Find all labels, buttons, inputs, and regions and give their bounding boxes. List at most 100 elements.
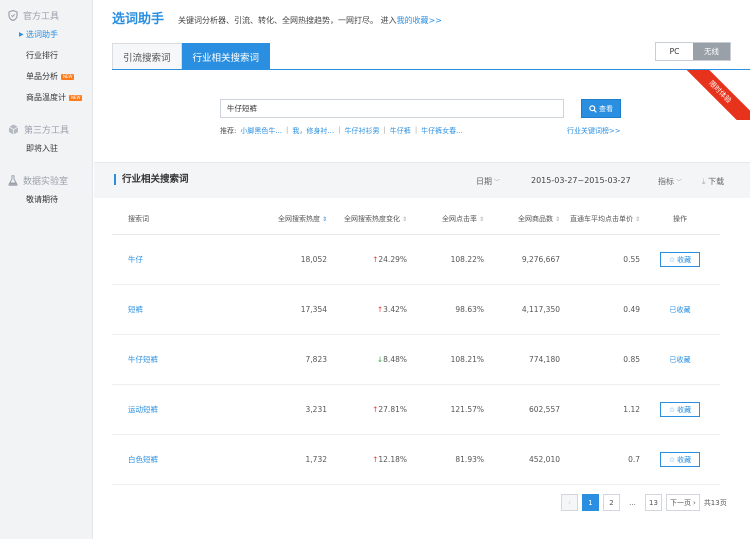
table-row: 运动短裤 3,231 ↑27.81% 121.57% 602,557 1.12 ☆ 收藏: [112, 385, 720, 435]
total-pages: 共13页: [703, 498, 727, 507]
date-range[interactable]: 2015-03-27~2015-03-27: [531, 176, 631, 185]
col-ctr-label: 全网点击率: [441, 214, 477, 223]
cell-ctr: 121.57%: [450, 405, 484, 414]
next-page-button[interactable]: 下一页 ›: [666, 494, 700, 511]
col-goods[interactable]: 全网商品数 ⇕: [484, 214, 560, 224]
search-icon: [589, 104, 597, 113]
metric-label: 指标: [658, 177, 674, 186]
cell-heat: 17,354: [300, 305, 327, 314]
device-wireless-button[interactable]: 无线: [693, 43, 730, 60]
keyword-table: 搜索词 全网搜索热度 ⇕ 全网搜索热度变化 ⇕ 全网点击率 ⇕ 全网商品数 ⇕ 直通车平…: [112, 203, 720, 485]
recommend-list: 推荐: 小脚黑色牛... | 我，修身衬... | 牛仔衬衫男 | 牛仔裤 | 牛仔裤女…: [220, 126, 463, 136]
clock-icon: [735, 73, 745, 83]
chevron-right-icon: ›: [693, 498, 696, 507]
cell-heat: 7,823: [305, 355, 327, 364]
keyword-link[interactable]: 运动短裤: [128, 405, 158, 414]
cell-heat-change-value: 27.81%: [378, 405, 407, 414]
sidebar-group-official: 官方工具 ▶ 选词助手 行业排行 单品分析 NEW 商品温度计 NEW: [0, 0, 92, 108]
cell-goods: 9,276,667: [521, 255, 560, 264]
cell-goods: 452,010: [528, 455, 560, 464]
cell-ctr: 108.22%: [450, 255, 484, 264]
keyword-link[interactable]: 牛仔短裤: [128, 355, 158, 364]
flask-icon: [8, 174, 18, 186]
col-heat-label: 全网搜索热度: [277, 214, 320, 223]
col-cpc[interactable]: 直通车平均点击单价 ⇕: [560, 214, 640, 224]
col-heat[interactable]: 全网搜索热度 ⇕: [222, 214, 327, 224]
recommend-link[interactable]: 我，修身衬...: [292, 126, 334, 136]
cell-heat-change: ↑27.81%: [327, 405, 407, 414]
favorite-button[interactable]: ☆ 收藏: [660, 402, 700, 417]
recommend-link[interactable]: 牛仔裤女春...: [421, 126, 463, 136]
sidebar-item-industry-rank[interactable]: 行业排行: [0, 45, 92, 66]
caret-right-icon: ▶: [19, 31, 24, 38]
sidebar-item-coming-soon[interactable]: 即将入驻: [0, 138, 92, 159]
col-cpc-label: 直通车平均点击单价: [569, 214, 633, 223]
device-toggle: PC 无线: [655, 42, 731, 61]
cell-heat-change: ↑12.18%: [327, 455, 407, 464]
recommend-link[interactable]: 牛仔裤: [390, 126, 411, 136]
table-row: 短裤 17,354 ↑3.42% 98.63% 4,117,350 0.49 已收藏: [112, 285, 720, 335]
keyword-link[interactable]: 白色短裤: [128, 455, 158, 464]
cell-ctr: 98.63%: [455, 305, 484, 314]
industry-keyword-rank-link[interactable]: 行业关键词榜>>: [567, 126, 621, 136]
chevron-down-icon: ﹀: [494, 179, 501, 186]
favorite-button[interactable]: ☆ 收藏: [660, 252, 700, 267]
download-button[interactable]: ⤓ 下载: [702, 176, 724, 187]
tab-industry-keywords[interactable]: 行业相关搜索词: [181, 43, 271, 69]
favorite-label: 收藏: [677, 405, 692, 414]
col-keyword: 搜索词: [128, 214, 149, 223]
cell-heat-change: ↑3.42%: [327, 305, 407, 314]
page-button[interactable]: 13: [645, 494, 662, 511]
sidebar-group-title: 第三方工具: [24, 125, 70, 136]
cell-heat-change: ↓8.48%: [327, 355, 407, 364]
favorited-link[interactable]: 已收藏: [670, 306, 691, 314]
sidebar-item-keyword-helper[interactable]: ▶ 选词助手: [0, 24, 92, 45]
section-bar: 行业相关搜索词 日期 ﹀ 2015-03-27~2015-03-27 指标 ﹀ ⤓ …: [94, 162, 750, 198]
col-action: 操作: [673, 214, 687, 223]
sidebar-item-stay-tuned[interactable]: 敬请期待: [0, 189, 92, 210]
cube-icon: [8, 124, 19, 134]
cell-heat: 3,231: [305, 405, 327, 414]
date-dropdown[interactable]: 日期 ﹀: [476, 176, 500, 187]
metric-dropdown[interactable]: 指标 ﹀: [658, 176, 682, 187]
favorited-link[interactable]: 已收藏: [670, 356, 691, 364]
cell-heat-change-value: 12.18%: [378, 455, 407, 464]
recommend-link[interactable]: 牛仔衬衫男: [344, 126, 379, 136]
slogan-text: 关键词分析器、引流、转化、全网热搜趋势，一网打尽。 进入: [178, 16, 397, 25]
col-heat-change[interactable]: 全网搜索热度变化 ⇕: [327, 214, 407, 224]
tab-traffic-keywords[interactable]: 引流搜索词: [112, 43, 182, 69]
recommend-link[interactable]: 小脚黑色牛...: [240, 126, 282, 136]
sidebar-group-title: 官方工具: [23, 11, 60, 22]
sidebar-item-product-analysis[interactable]: 单品分析 NEW: [0, 66, 92, 87]
keyword-link[interactable]: 短裤: [128, 305, 143, 314]
table-row: 牛仔 18,052 ↑24.29% 108.22% 9,276,667 0.55 ☆ 收藏: [112, 235, 720, 285]
keyword-link[interactable]: 牛仔: [128, 255, 143, 264]
cell-heat-change: ↑24.29%: [327, 255, 407, 264]
page-button[interactable]: 1: [582, 494, 599, 511]
cell-action: ☆ 收藏: [640, 252, 720, 267]
section-title: 行业相关搜索词: [114, 174, 189, 185]
page-header: 选词助手 关键词分析器、引流、转化、全网热搜趋势，一网打尽。 进入我的收藏>>: [112, 8, 442, 27]
favorite-button[interactable]: ☆ 收藏: [660, 452, 700, 467]
cell-goods: 602,557: [528, 405, 560, 414]
cell-heat: 18,052: [300, 255, 327, 264]
download-label: 下载: [708, 177, 725, 186]
search-input[interactable]: 牛仔短裤: [220, 99, 564, 118]
cell-action: ☆ 收藏: [640, 452, 720, 467]
page-button[interactable]: 2: [603, 494, 620, 511]
col-ctr[interactable]: 全网点击率 ⇕: [407, 214, 484, 224]
device-pc-button[interactable]: PC: [656, 43, 693, 60]
search-button[interactable]: 查看: [581, 99, 621, 118]
main-content: 选词助手 关键词分析器、引流、转化、全网热搜趋势，一网打尽。 进入我的收藏>> …: [94, 0, 750, 539]
my-favorites-link[interactable]: 我的收藏>>: [397, 16, 442, 25]
favorite-label: 收藏: [677, 455, 692, 464]
prev-page-button[interactable]: ‹: [561, 494, 578, 511]
sidebar-item-label: 行业排行: [26, 51, 58, 60]
tab-bar: 引流搜索词 行业相关搜索词: [112, 43, 271, 69]
favorite-label: 收藏: [677, 255, 692, 264]
cell-heat: 1,732: [305, 455, 327, 464]
search-button-label: 查看: [599, 104, 613, 113]
shield-icon: [8, 9, 18, 21]
sidebar-item-thermometer[interactable]: 商品温度计 NEW: [0, 87, 92, 108]
tab-underline: [112, 69, 750, 70]
